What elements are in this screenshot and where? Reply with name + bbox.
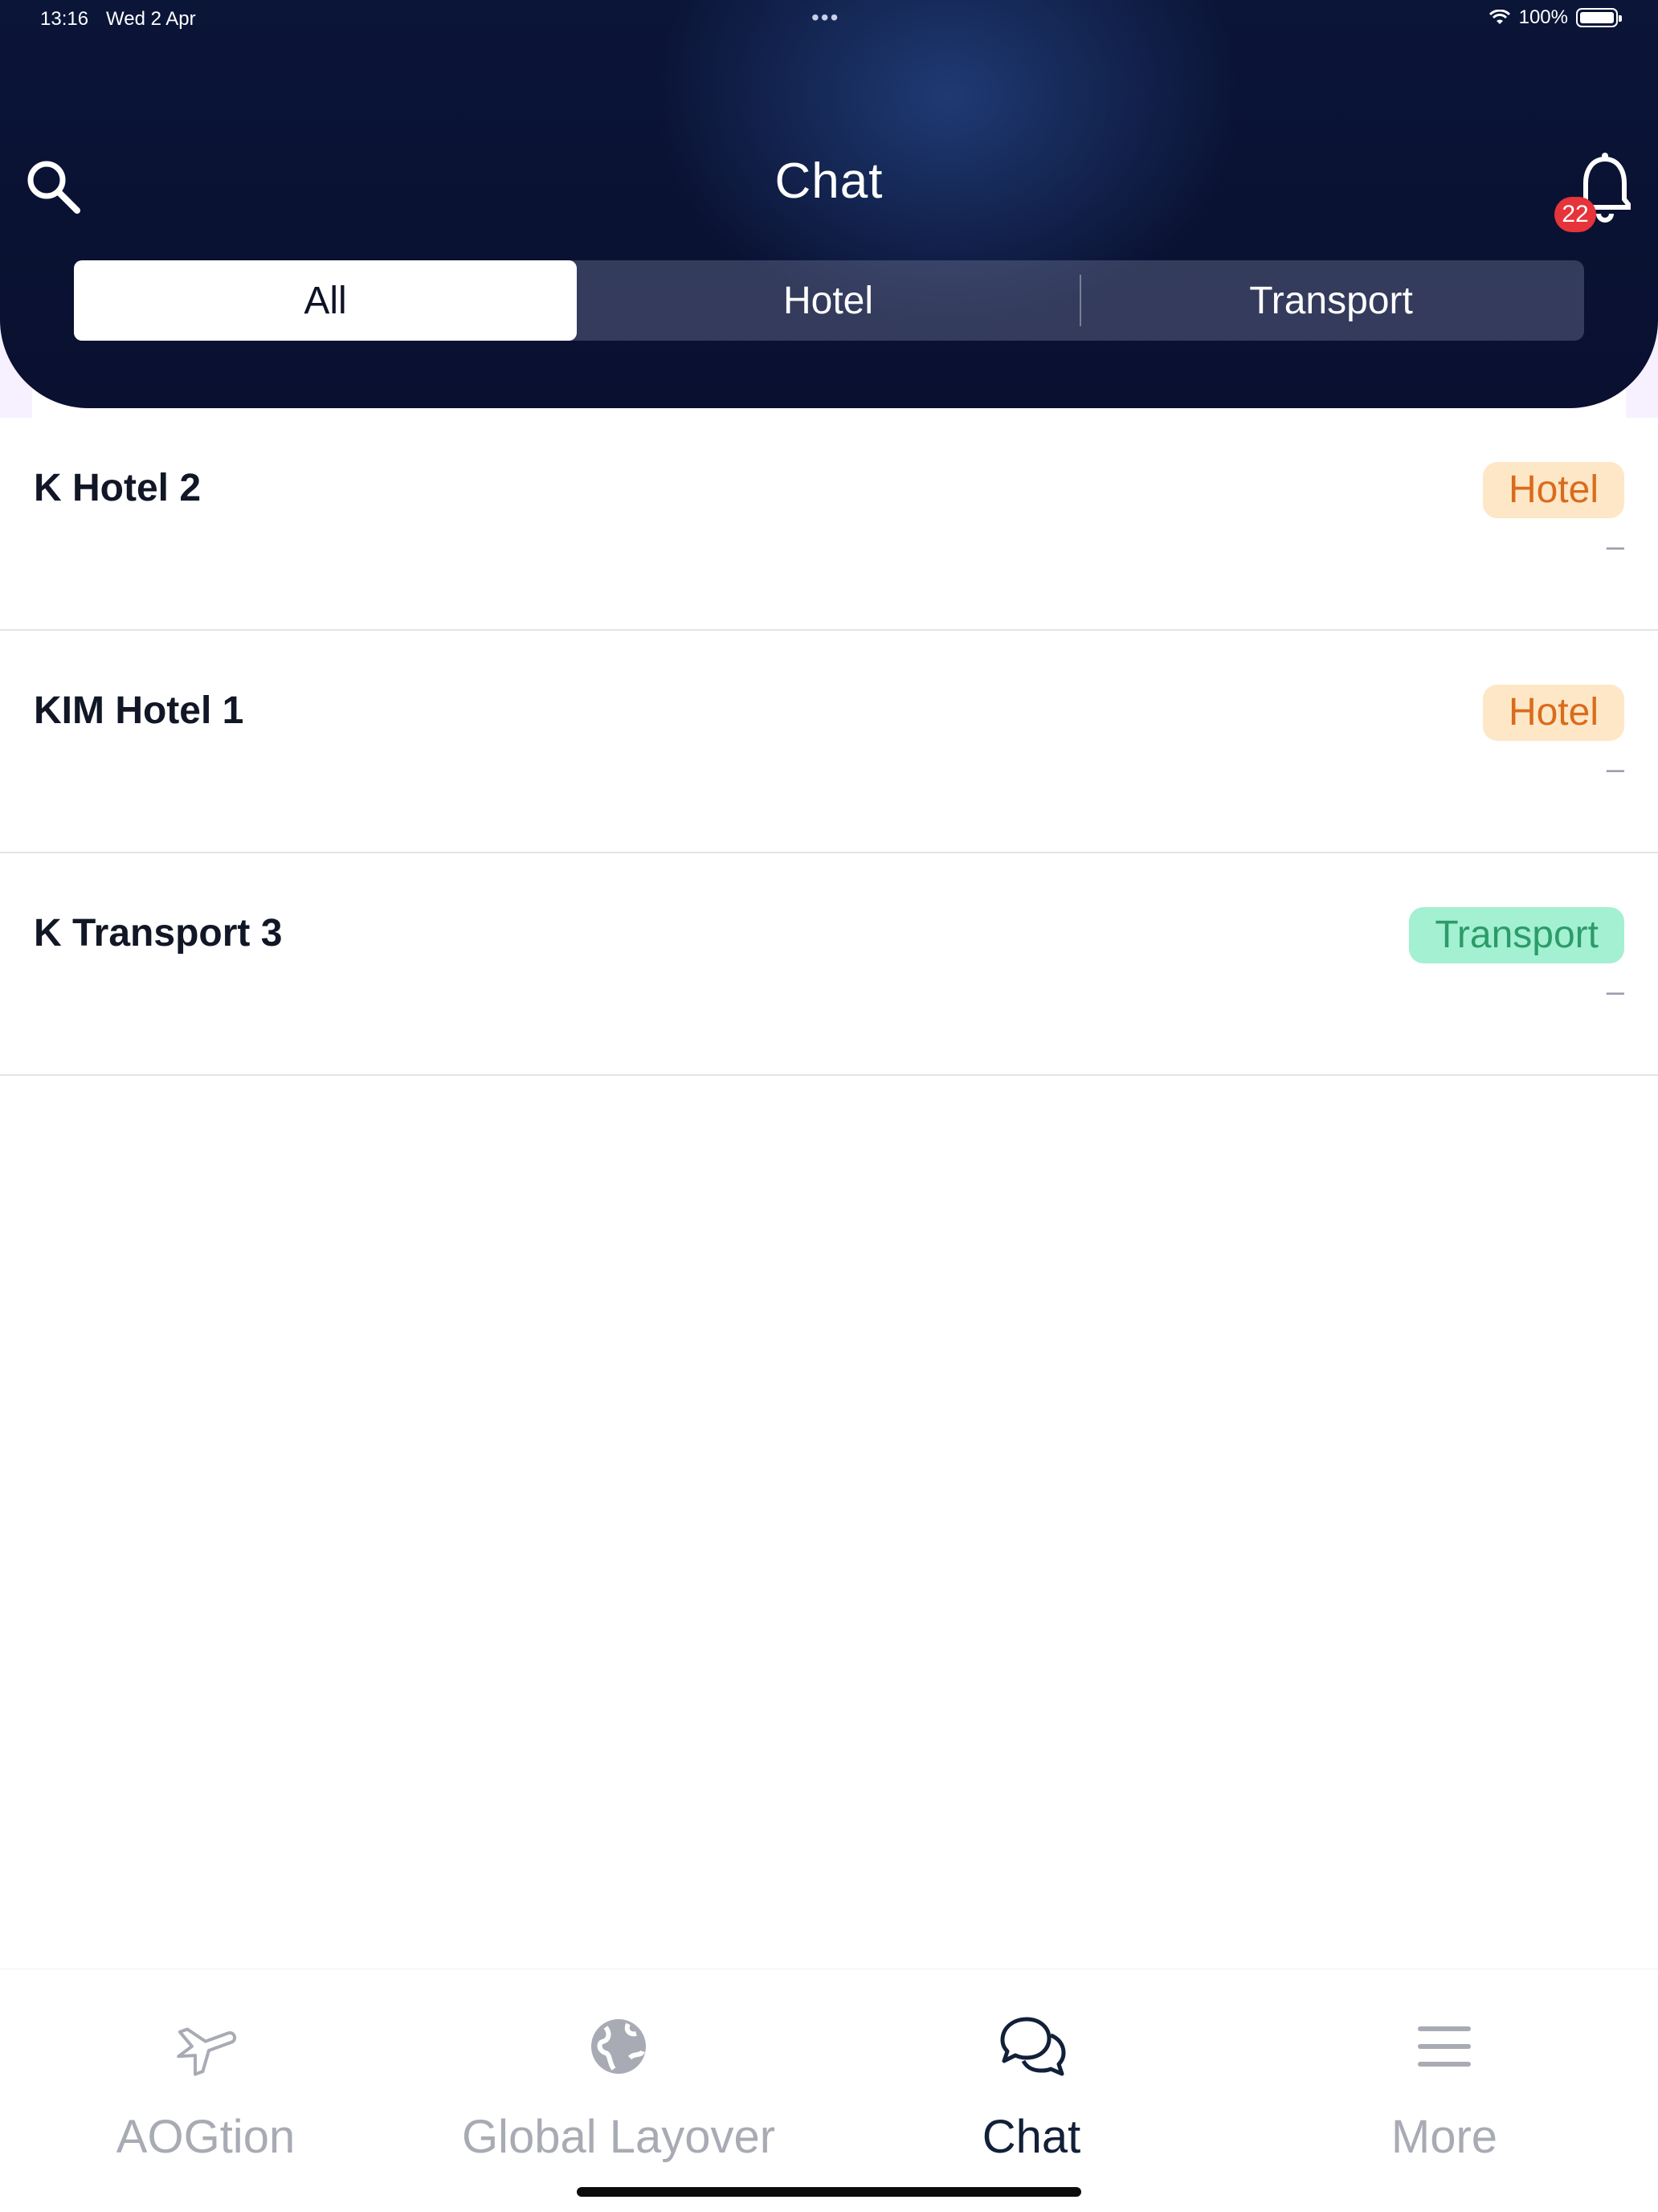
chat-list: K Hotel 2 Hotel – KIM Hotel 1 Hotel – K … [0, 408, 1658, 1076]
bottom-tab-bar: AOGtion Global Layover Chat More [0, 1969, 1658, 2212]
tab-label: Chat [982, 2111, 1081, 2163]
chat-name: K Hotel 2 [34, 467, 202, 509]
chat-meta: – [1606, 529, 1624, 564]
chat-list-item[interactable]: KIM Hotel 1 Hotel – [0, 631, 1658, 853]
category-badge: Hotel [1482, 685, 1624, 741]
multitasking-dots-icon[interactable]: ••• [811, 5, 839, 31]
tab-label: More [1391, 2111, 1498, 2163]
page-title: Chat [774, 153, 884, 209]
filter-tab-all[interactable]: All [74, 260, 577, 341]
menu-icon [1418, 2026, 1471, 2067]
category-filter: All Hotel Transport [74, 260, 1584, 341]
status-time: 13:16 [40, 8, 89, 30]
header: 13:16 Wed 2 Apr ••• 100% Chat 22 All Hot… [0, 0, 1658, 408]
chat-name: KIM Hotel 1 [34, 689, 244, 732]
tab-label: Global Layover [461, 2111, 776, 2163]
globe-icon [591, 2019, 646, 2074]
wifi-icon [1489, 10, 1510, 24]
plane-icon [177, 2027, 237, 2076]
tab-chat[interactable]: Chat [831, 1969, 1232, 2178]
tab-global-layover[interactable]: Global Layover [418, 1969, 819, 2178]
chat-name: K Transport 3 [34, 912, 283, 955]
battery-icon [1576, 8, 1622, 27]
category-badge: Transport [1409, 907, 1624, 963]
status-bar: 13:16 Wed 2 Apr ••• 100% [0, 0, 1658, 40]
tab-label: AOGtion [116, 2111, 296, 2163]
notification-count-badge: 22 [1554, 197, 1596, 232]
home-indicator [577, 2187, 1081, 2197]
chat-meta: – [1606, 751, 1624, 787]
tab-more[interactable]: More [1244, 1969, 1645, 2178]
battery-percent: 100% [1518, 6, 1568, 28]
category-badge: Hotel [1482, 462, 1624, 518]
status-date: Wed 2 Apr [106, 8, 196, 30]
filter-tab-hotel[interactable]: Hotel [577, 260, 1080, 341]
filter-tab-transport[interactable]: Transport [1080, 260, 1582, 341]
chat-meta: – [1606, 974, 1624, 1009]
tab-aogtion[interactable]: AOGtion [5, 1969, 406, 2178]
status-right: 100% [1489, 6, 1622, 29]
chat-list-item[interactable]: K Transport 3 Transport – [0, 853, 1658, 1076]
chat-bubbles-icon [1000, 2017, 1066, 2076]
chat-list-item[interactable]: K Hotel 2 Hotel – [0, 408, 1658, 631]
